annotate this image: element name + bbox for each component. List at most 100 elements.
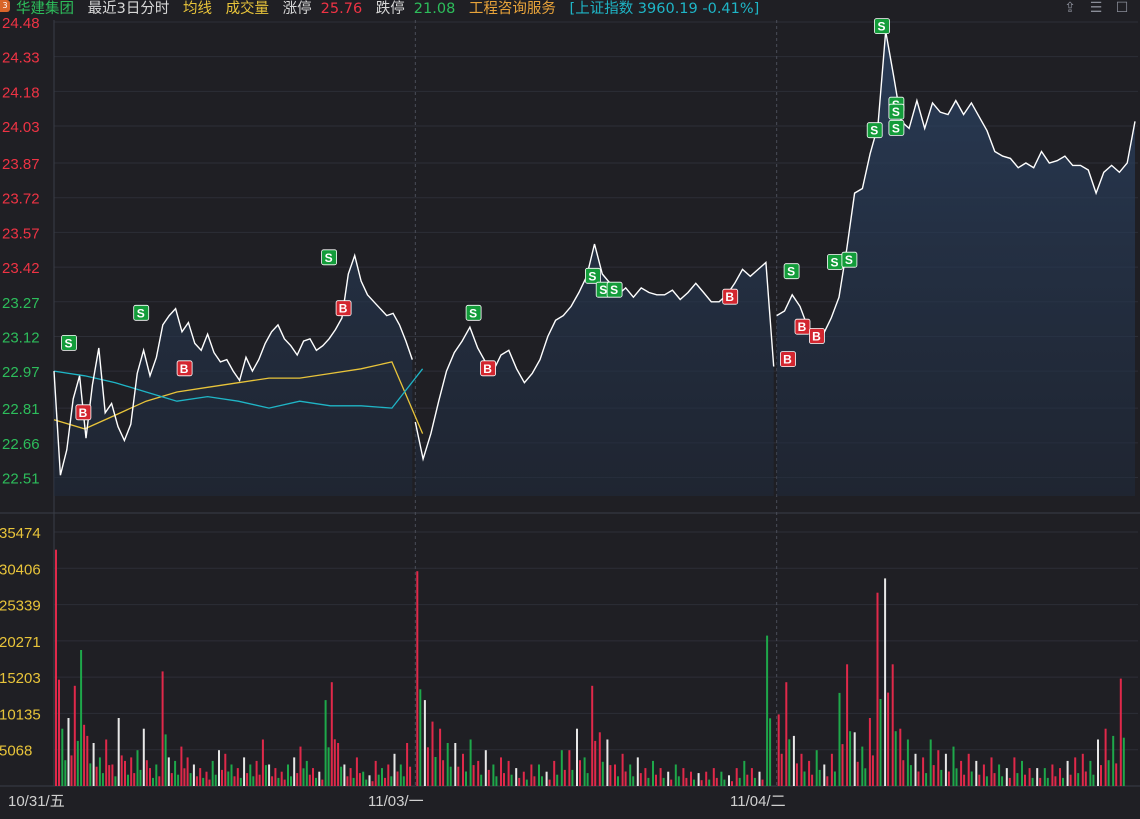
signal-S-label: S <box>137 306 145 320</box>
volume-bar <box>530 764 533 786</box>
volume-bar <box>64 760 67 786</box>
volume-bar <box>1059 768 1061 786</box>
volume-bar <box>117 718 120 786</box>
volume-bar <box>1100 765 1102 786</box>
signal-B-label: B <box>798 320 807 334</box>
volume-bar <box>731 781 733 786</box>
volume-bar <box>990 757 993 786</box>
volume-bar <box>545 771 548 786</box>
volume-bar <box>591 685 594 786</box>
volume-bar <box>449 766 452 786</box>
date-label: 10/31/五 <box>8 793 65 810</box>
volume-bar <box>533 776 536 786</box>
volume-bar <box>371 781 374 786</box>
volume-bar <box>1051 764 1054 786</box>
index-label[interactable]: [上证指数 3960.19 -0.41%] <box>570 1 760 17</box>
volume-bar <box>246 773 249 786</box>
volume-bar <box>252 776 255 786</box>
stock-name[interactable]: 华建集团 <box>16 1 74 17</box>
price-tick-label: 24.33 <box>2 50 40 67</box>
volume-bar <box>932 765 935 786</box>
volume-bar <box>230 764 233 786</box>
menu-icon[interactable]: ☰ <box>1088 0 1104 16</box>
volume-bar <box>705 771 708 786</box>
volume-bar <box>639 773 642 786</box>
volume-bar <box>861 746 864 786</box>
volume-bar <box>985 776 988 786</box>
volume-bar <box>177 774 180 786</box>
volume-bar <box>183 768 186 786</box>
volume-bar <box>800 753 803 786</box>
price-tick-label: 23.87 <box>2 156 40 173</box>
volume-bar <box>321 779 324 786</box>
volume-bar <box>970 771 973 786</box>
volume-bar <box>202 777 205 786</box>
volume-bar <box>700 780 703 786</box>
volume-bar <box>308 774 311 786</box>
volume-bar <box>70 755 73 786</box>
volume-bar <box>1062 777 1064 786</box>
volume-bar <box>841 744 844 786</box>
volume-bar <box>556 774 559 786</box>
volume-bar <box>343 764 346 786</box>
volume-bar <box>419 689 422 786</box>
volume-label[interactable]: 成交量 <box>226 1 270 17</box>
volume-bar <box>894 731 897 786</box>
volume-bar <box>271 776 274 786</box>
volume-bar <box>120 755 123 786</box>
volume-bar <box>636 757 639 786</box>
signal-S-label: S <box>787 265 795 279</box>
volume-bar <box>1066 760 1069 786</box>
volume-bar <box>795 763 798 786</box>
volume-bar <box>693 779 695 786</box>
volume-bar <box>500 757 502 786</box>
volume-bar <box>133 773 136 786</box>
volume-bar <box>1054 776 1057 786</box>
volume-bar <box>690 771 692 786</box>
volume-bar <box>127 774 129 786</box>
volume-bar <box>442 760 445 786</box>
volume-bar <box>792 735 795 786</box>
volume-tick-label: 15203 <box>0 670 41 687</box>
volume-bar <box>274 768 277 786</box>
volume-bar <box>1107 760 1110 786</box>
volume-bar <box>89 763 92 786</box>
sector-label[interactable]: 工程咨询服务 <box>469 1 556 17</box>
volume-bar <box>823 764 826 786</box>
volume-bar <box>937 750 940 786</box>
volume-bar <box>606 739 609 786</box>
signal-B-label: B <box>783 353 792 367</box>
volume-bar <box>346 776 349 786</box>
volume-bar <box>1074 757 1077 786</box>
volume-bar <box>381 768 383 786</box>
signal-B-label: B <box>339 302 348 316</box>
period-label[interactable]: 最近3日分时 <box>88 1 170 17</box>
volume-bar <box>208 779 211 786</box>
volume-bar <box>377 774 380 786</box>
volume-bar <box>142 728 145 786</box>
window-icon[interactable]: ☐ <box>1114 0 1130 16</box>
price-area-fill <box>54 31 1135 496</box>
volume-bar <box>538 764 540 786</box>
volume-bar <box>750 768 753 786</box>
volume-bar <box>108 765 111 786</box>
volume-bar <box>221 769 223 786</box>
volume-bar <box>55 549 57 786</box>
volume-bar <box>518 777 521 786</box>
signal-S-label: S <box>599 283 607 297</box>
volume-bar <box>224 753 227 786</box>
upload-icon[interactable]: ⇪ <box>1062 0 1078 16</box>
volume-bar <box>568 750 571 786</box>
volume-bar <box>560 750 563 786</box>
volume-bar <box>416 571 419 786</box>
avg-line-label[interactable]: 均线 <box>183 1 212 17</box>
volume-bar <box>864 768 867 786</box>
volume-bar <box>712 768 715 786</box>
volume-bar <box>1089 760 1092 786</box>
volume-bar <box>944 753 947 786</box>
volume-bar <box>352 777 355 786</box>
volume-bar <box>98 757 101 786</box>
volume-bar <box>769 718 772 786</box>
volume-bar <box>876 592 879 786</box>
volume-bar <box>579 760 581 786</box>
